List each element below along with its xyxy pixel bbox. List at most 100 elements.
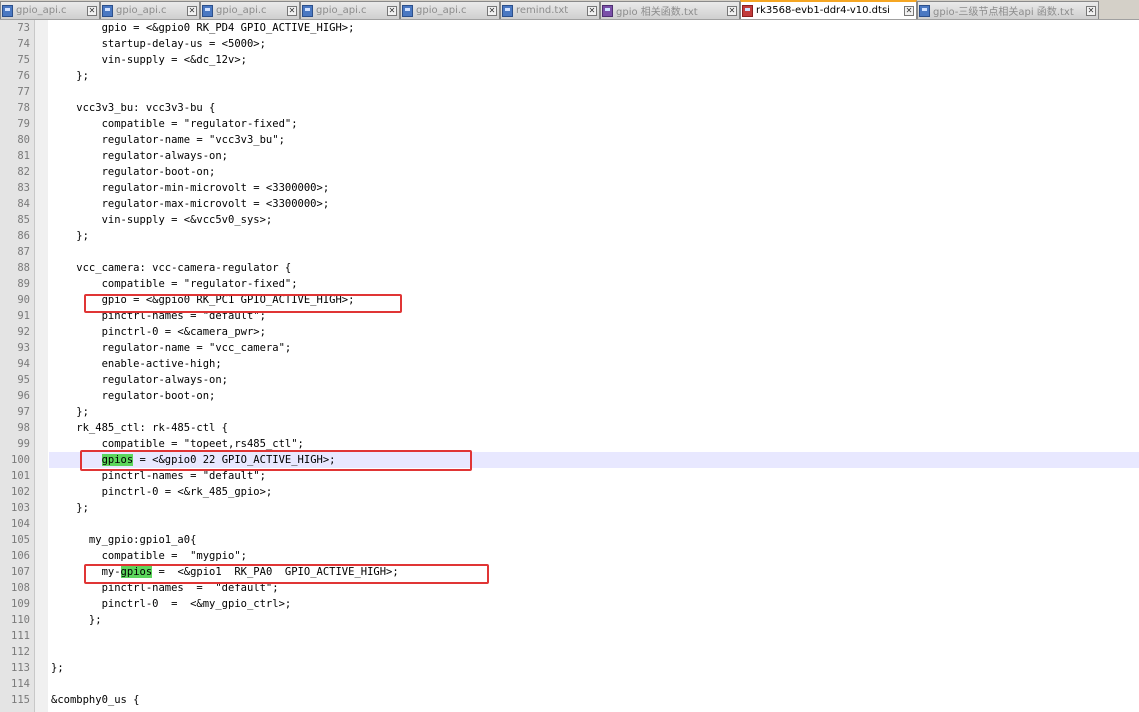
- code-line[interactable]: 103 };: [0, 500, 1139, 516]
- file-icon: [2, 4, 13, 17]
- code-text: &combphy0_us {: [51, 694, 140, 706]
- line-number: 105: [11, 534, 30, 546]
- code-line[interactable]: 96 regulator-boot-on;: [0, 388, 1139, 404]
- code-text: gpio = <&gpio0 RK_PD4 GPIO_ACTIVE_HIGH>;: [51, 22, 355, 34]
- line-number: 89: [17, 278, 30, 290]
- code-line[interactable]: 73 gpio = <&gpio0 RK_PD4 GPIO_ACTIVE_HIG…: [0, 20, 1139, 36]
- code-line[interactable]: 111: [0, 628, 1139, 644]
- line-number: 77: [17, 86, 30, 98]
- line-number: 103: [11, 502, 30, 514]
- tab-label: gpio_api.c: [16, 5, 67, 16]
- tab-5[interactable]: gpio_api.c ✕: [400, 1, 500, 19]
- close-icon[interactable]: ✕: [587, 5, 597, 16]
- code-text: regulator-name = "vcc3v3_bu";: [51, 134, 285, 146]
- close-icon[interactable]: ✕: [387, 5, 397, 16]
- tab-2[interactable]: gpio_api.c ✕: [100, 1, 200, 19]
- line-number: 95: [17, 374, 30, 386]
- code-line[interactable]: 112: [0, 644, 1139, 660]
- close-icon[interactable]: ✕: [187, 5, 197, 16]
- line-number: 112: [11, 646, 30, 658]
- tab-8[interactable]: rk3568-evb1-ddr4-v10.dtsi ✕: [740, 0, 917, 19]
- code-line[interactable]: 80 regulator-name = "vcc3v3_bu";: [0, 132, 1139, 148]
- line-number: 101: [11, 470, 30, 482]
- code-text: vcc_camera: vcc-camera-regulator {: [51, 262, 292, 274]
- code-line[interactable]: 77: [0, 84, 1139, 100]
- code-line[interactable]: 104: [0, 516, 1139, 532]
- code-text: pinctrl-0 = <&my_gpio_ctrl>;: [51, 598, 292, 610]
- code-text: regulator-always-on;: [51, 150, 229, 162]
- close-icon[interactable]: ✕: [287, 5, 297, 16]
- line-number: 114: [11, 678, 30, 690]
- tab-6[interactable]: remind.txt ✕: [500, 1, 600, 19]
- code-line[interactable]: 106 compatible = "mygpio";: [0, 548, 1139, 564]
- line-number: 90: [17, 294, 30, 306]
- line-number: 100: [11, 454, 30, 466]
- tab-9[interactable]: gpio-三级节点相关api 函数.txt ✕: [917, 1, 1099, 19]
- code-line[interactable]: 89 compatible = "regulator-fixed";: [0, 276, 1139, 292]
- file-icon: [742, 4, 753, 17]
- line-number: 93: [17, 342, 30, 354]
- line-number: 98: [17, 422, 30, 434]
- code-line[interactable]: 115 &combphy0_us {: [0, 692, 1139, 708]
- code-text: regulator-max-microvolt = <3300000>;: [51, 198, 330, 210]
- code-line[interactable]: 110 };: [0, 612, 1139, 628]
- code-line[interactable]: 105 my_gpio:gpio1_a0{: [0, 532, 1139, 548]
- line-number: 80: [17, 134, 30, 146]
- code-line[interactable]: 92 pinctrl-0 = <&camera_pwr>;: [0, 324, 1139, 340]
- code-line[interactable]: 76 };: [0, 68, 1139, 84]
- close-icon[interactable]: ✕: [487, 5, 497, 16]
- file-icon: [602, 4, 613, 17]
- close-icon[interactable]: ✕: [904, 5, 914, 16]
- tab-label: gpio_api.c: [116, 5, 167, 16]
- code-text: compatible = "regulator-fixed";: [51, 278, 298, 290]
- code-line[interactable]: 86 };: [0, 228, 1139, 244]
- close-icon[interactable]: ✕: [727, 5, 737, 16]
- code-text: };: [51, 662, 64, 674]
- code-line[interactable]: 114: [0, 676, 1139, 692]
- code-line[interactable]: 98 rk_485_ctl: rk-485-ctl {: [0, 420, 1139, 436]
- line-number: 109: [11, 598, 30, 610]
- code-line[interactable]: 78 vcc3v3_bu: vcc3v3-bu {: [0, 100, 1139, 116]
- file-icon: [919, 4, 930, 17]
- code-line[interactable]: 75 vin-supply = <&dc_12v>;: [0, 52, 1139, 68]
- close-icon[interactable]: ✕: [1086, 5, 1096, 16]
- code-line[interactable]: 79 compatible = "regulator-fixed";: [0, 116, 1139, 132]
- tab-4[interactable]: gpio_api.c ✕: [300, 1, 400, 19]
- code-line[interactable]: 93 regulator-name = "vcc_camera";: [0, 340, 1139, 356]
- close-icon[interactable]: ✕: [87, 5, 97, 16]
- annotation-box-line-107: [84, 564, 489, 584]
- file-icon: [102, 4, 113, 17]
- tab-7[interactable]: gpio 相关函数.txt ✕: [600, 1, 740, 19]
- code-editor[interactable]: 73 gpio = <&gpio0 RK_PD4 GPIO_ACTIVE_HIG…: [0, 20, 1139, 712]
- tab-label: gpio_api.c: [316, 5, 367, 16]
- code-text: };: [51, 614, 102, 626]
- code-line[interactable]: 82 regulator-boot-on;: [0, 164, 1139, 180]
- code-line[interactable]: 109 pinctrl-0 = <&my_gpio_ctrl>;: [0, 596, 1139, 612]
- code-line[interactable]: 88 vcc_camera: vcc-camera-regulator {: [0, 260, 1139, 276]
- line-number: 92: [17, 326, 30, 338]
- line-number: 113: [11, 662, 30, 674]
- code-lines[interactable]: 73 gpio = <&gpio0 RK_PD4 GPIO_ACTIVE_HIG…: [0, 20, 1139, 708]
- code-line[interactable]: 84 regulator-max-microvolt = <3300000>;: [0, 196, 1139, 212]
- line-number: 85: [17, 214, 30, 226]
- code-text: enable-active-high;: [51, 358, 222, 370]
- code-text: compatible = "mygpio";: [51, 550, 247, 562]
- code-line[interactable]: 83 regulator-min-microvolt = <3300000>;: [0, 180, 1139, 196]
- code-line[interactable]: 95 regulator-always-on;: [0, 372, 1139, 388]
- code-line[interactable]: 85 vin-supply = <&vcc5v0_sys>;: [0, 212, 1139, 228]
- line-number: 87: [17, 246, 30, 258]
- tab-3[interactable]: gpio_api.c ✕: [200, 1, 300, 19]
- line-number: 86: [17, 230, 30, 242]
- code-line[interactable]: 94 enable-active-high;: [0, 356, 1139, 372]
- code-line[interactable]: 97 };: [0, 404, 1139, 420]
- tab-1[interactable]: gpio_api.c ✕: [0, 1, 100, 19]
- code-line[interactable]: 81 regulator-always-on;: [0, 148, 1139, 164]
- code-line[interactable]: 113};: [0, 660, 1139, 676]
- code-text: };: [51, 502, 89, 514]
- code-text: };: [51, 230, 89, 242]
- tab-label: gpio_api.c: [216, 5, 267, 16]
- code-line[interactable]: 87: [0, 244, 1139, 260]
- code-line[interactable]: 74 startup-delay-us = <5000>;: [0, 36, 1139, 52]
- code-line[interactable]: 102 pinctrl-0 = <&rk_485_gpio>;: [0, 484, 1139, 500]
- code-text: vin-supply = <&dc_12v>;: [51, 54, 247, 66]
